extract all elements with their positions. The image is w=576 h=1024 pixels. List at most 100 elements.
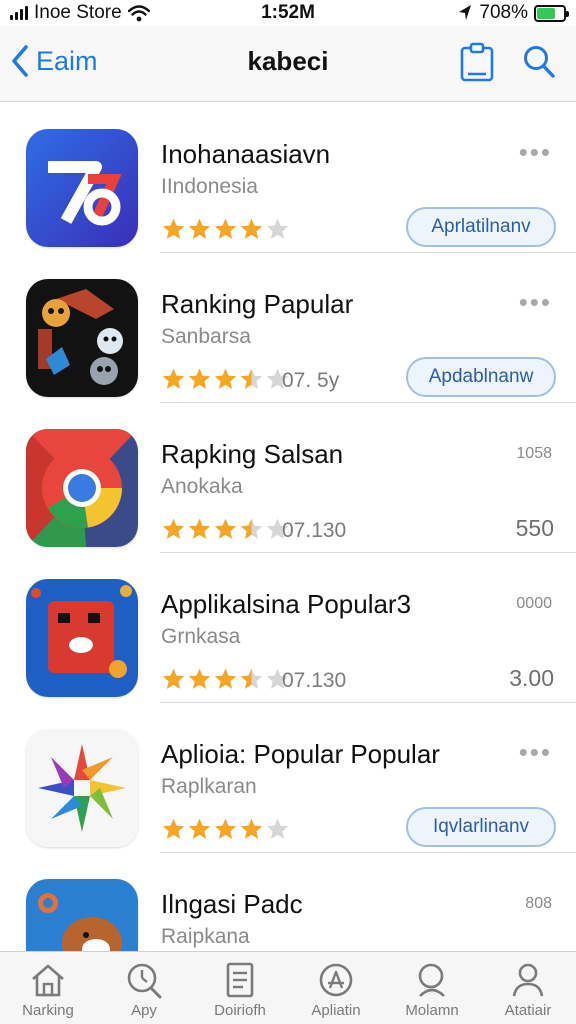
tab-apps[interactable]: Apy (96, 952, 192, 1024)
percent-app-icon[interactable] (26, 129, 138, 247)
game-characters-app-icon[interactable] (26, 279, 138, 397)
get-button[interactable]: Apdablnanw (406, 357, 556, 397)
more-button[interactable]: ••• (519, 139, 552, 165)
app-row[interactable]: Ranking Papular Sanbarsa 07. 5y ••• Apda… (0, 253, 576, 403)
tab-label: Doiriofh (214, 1002, 266, 1019)
status-bar: Inoe Store 1:52M 708% (0, 0, 576, 26)
star-icon (162, 218, 185, 239)
tab-documents[interactable]: Doiriofh (192, 952, 288, 1024)
app-row[interactable]: Applikalsina Popular3 Grnkasa 07.130 000… (0, 553, 576, 703)
color-star-app-icon[interactable] (26, 729, 138, 847)
price-label[interactable]: 3.00 (509, 665, 554, 692)
star-icon (162, 668, 185, 689)
status-left: Inoe Store (10, 2, 150, 24)
app-category: Anokaka (161, 475, 243, 498)
price-label[interactable]: 550 (516, 515, 554, 542)
more-button[interactable]: ••• (519, 289, 552, 315)
app-category: Raipkana (161, 925, 250, 948)
app-row[interactable]: Inohanaasiavn IIndonesia ••• Aprlatilnan… (0, 103, 576, 253)
star-icon (266, 218, 289, 239)
share-button[interactable] (458, 42, 496, 82)
profile-icon (512, 963, 544, 997)
star-icon (188, 818, 211, 839)
app-name: Ilngasi Padc (161, 889, 303, 919)
status-right: 708% (457, 2, 569, 24)
rating-count: 07. 5y (282, 369, 340, 392)
tab-bar: Narking Apy Doiriofh Apliatin Molamn Ata… (0, 951, 576, 1024)
star-icon (162, 818, 185, 839)
home-icon (32, 964, 64, 997)
rating-count: 07.130 (282, 669, 347, 692)
star-icon (214, 518, 237, 539)
app-name: Inohanaasiavn (161, 139, 331, 169)
star-icon (214, 218, 237, 239)
star-rating (161, 667, 290, 692)
tab-app-store[interactable]: Apliatin (288, 952, 384, 1024)
app-category: Raplkaran (161, 775, 257, 798)
app-row[interactable]: Rapking Salsan Anokaka 07.130 1058 550 (0, 403, 576, 553)
battery-percent: 708% (479, 2, 528, 23)
star-icon (214, 818, 237, 839)
chrome-app-icon[interactable] (26, 429, 138, 547)
star-icon (240, 518, 263, 539)
search-icon (524, 46, 555, 78)
signal-icon (10, 6, 28, 20)
star-icon (240, 818, 263, 839)
location-arrow-icon (459, 5, 472, 20)
star-rating (161, 517, 290, 542)
more-button[interactable]: 0000 (516, 595, 552, 613)
app-row[interactable]: Ilngasi Padc Raipkana 808 (0, 853, 576, 951)
more-button[interactable]: 1058 (516, 445, 552, 463)
tab-ranking[interactable]: Narking (0, 952, 96, 1024)
wifi-icon (127, 4, 150, 21)
red-monster-app-icon[interactable] (26, 579, 138, 697)
app-category: Sanbarsa (161, 325, 251, 348)
tab-label: Apy (131, 1002, 157, 1019)
star-icon (162, 518, 185, 539)
tab-label: Apliatin (311, 1002, 361, 1019)
more-button[interactable]: 808 (525, 895, 552, 913)
tab-label: Narking (22, 1002, 74, 1019)
app-category: IIndonesia (161, 175, 258, 198)
more-button[interactable]: ••• (519, 739, 552, 765)
star-icon (240, 368, 263, 389)
tab-label: Atatiair (504, 1002, 552, 1019)
get-button[interactable]: Iqvlarlinanv (406, 807, 556, 847)
app-list: Inohanaasiavn IIndonesia ••• Aprlatilnan… (0, 103, 576, 951)
star-icon (188, 218, 211, 239)
star-icon (266, 818, 289, 839)
get-button[interactable]: Aprlatilnanv (406, 207, 556, 247)
battery-icon (534, 4, 569, 22)
tab-search[interactable]: Molamn (384, 952, 480, 1024)
star-icon (188, 518, 211, 539)
app-name: Aplioia: Popular Popular (161, 739, 440, 769)
rating-count: 07.130 (282, 519, 347, 542)
app-row[interactable]: Aplioia: Popular Popular Raplkaran ••• I… (0, 703, 576, 853)
apps-icon (127, 963, 162, 999)
star-icon (188, 368, 211, 389)
tab-profile[interactable]: Atatiair (480, 952, 576, 1024)
star-icon (188, 668, 211, 689)
document-icon (226, 962, 254, 998)
app-name: Applikalsina Popular3 (161, 589, 412, 619)
star-icon (162, 368, 185, 389)
star-icon (214, 668, 237, 689)
nav-bar: Eaim kabeci (0, 26, 576, 102)
clipboard-icon (460, 42, 494, 82)
app-name: Rapking Salsan (161, 439, 344, 469)
app-store-icon (319, 963, 353, 997)
star-rating (161, 367, 290, 392)
star-icon (214, 368, 237, 389)
search-button[interactable] (520, 42, 558, 82)
star-rating (161, 817, 290, 842)
fox-game-app-icon[interactable] (26, 879, 138, 951)
star-icon (240, 668, 263, 689)
star-icon (240, 218, 263, 239)
app-category: Grnkasa (161, 625, 241, 648)
app-name: Ranking Papular (161, 289, 354, 319)
tab-label: Molamn (405, 1002, 459, 1019)
nav-actions (458, 42, 558, 82)
carrier-label: Inoe Store (34, 2, 122, 23)
search-icon (418, 963, 445, 997)
star-rating (161, 217, 290, 242)
